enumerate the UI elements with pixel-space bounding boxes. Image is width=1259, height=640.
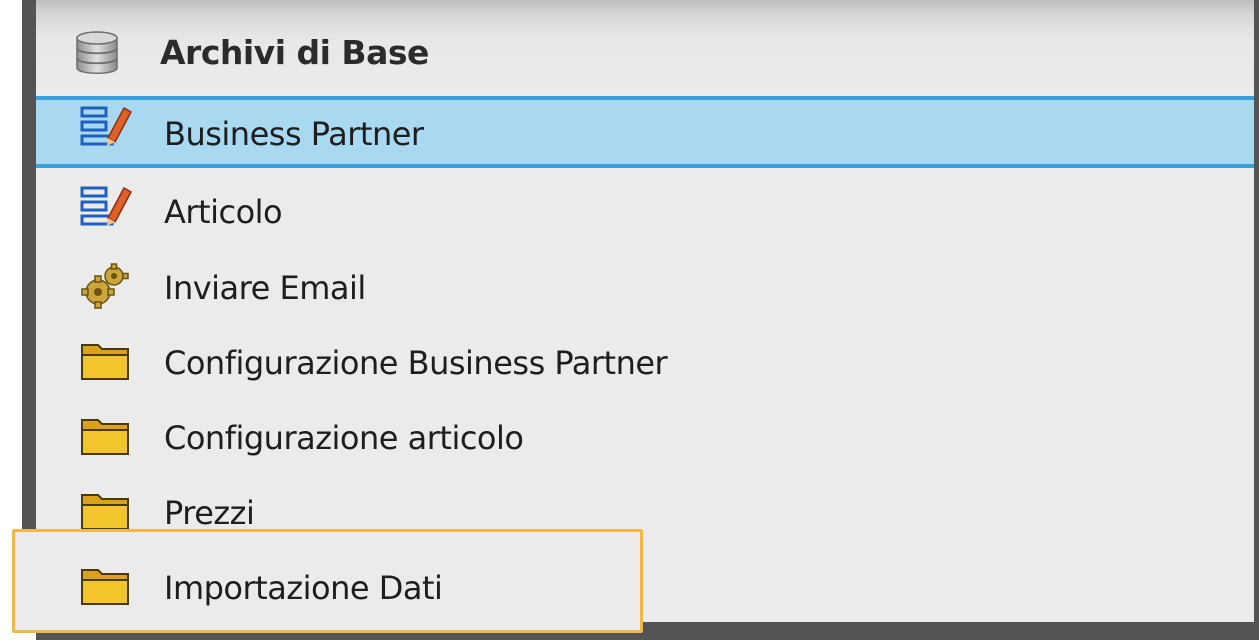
menu-item-importazione-dati[interactable]: Importazione Dati xyxy=(36,550,636,622)
menu-item-label: Importazione Dati xyxy=(164,569,443,607)
menu-item-configurazione-articolo[interactable]: Configurazione articolo xyxy=(36,400,1254,472)
menu-item-label: Business Partner xyxy=(164,115,424,153)
menu-item-configurazione-business-partner[interactable]: Configurazione Business Partner xyxy=(36,325,1254,397)
menu-item-articolo[interactable]: Articolo xyxy=(36,174,1254,246)
right-border xyxy=(1254,0,1259,640)
menu-item-label: Articolo xyxy=(164,193,283,231)
panel-title: Archivi di Base xyxy=(160,33,429,72)
menu-item-label: Configurazione articolo xyxy=(164,419,524,457)
window-edit-icon xyxy=(80,186,133,226)
window-edit-icon xyxy=(80,106,133,146)
database-icon xyxy=(76,31,118,74)
folder-icon xyxy=(81,419,129,455)
menu-screenshot: Archivi di Base Business Partner Articol… xyxy=(0,0,1259,640)
menu-item-label: Inviare Email xyxy=(164,269,366,307)
menu-item-business-partner[interactable]: Business Partner xyxy=(36,96,1254,168)
folder-icon xyxy=(81,344,129,380)
menu-item-inviare-email[interactable]: Inviare Email xyxy=(36,250,1254,322)
panel-header[interactable]: Archivi di Base xyxy=(36,0,1254,96)
gears-icon xyxy=(81,263,129,309)
folder-icon xyxy=(81,569,129,605)
menu-item-label: Configurazione Business Partner xyxy=(164,344,668,382)
